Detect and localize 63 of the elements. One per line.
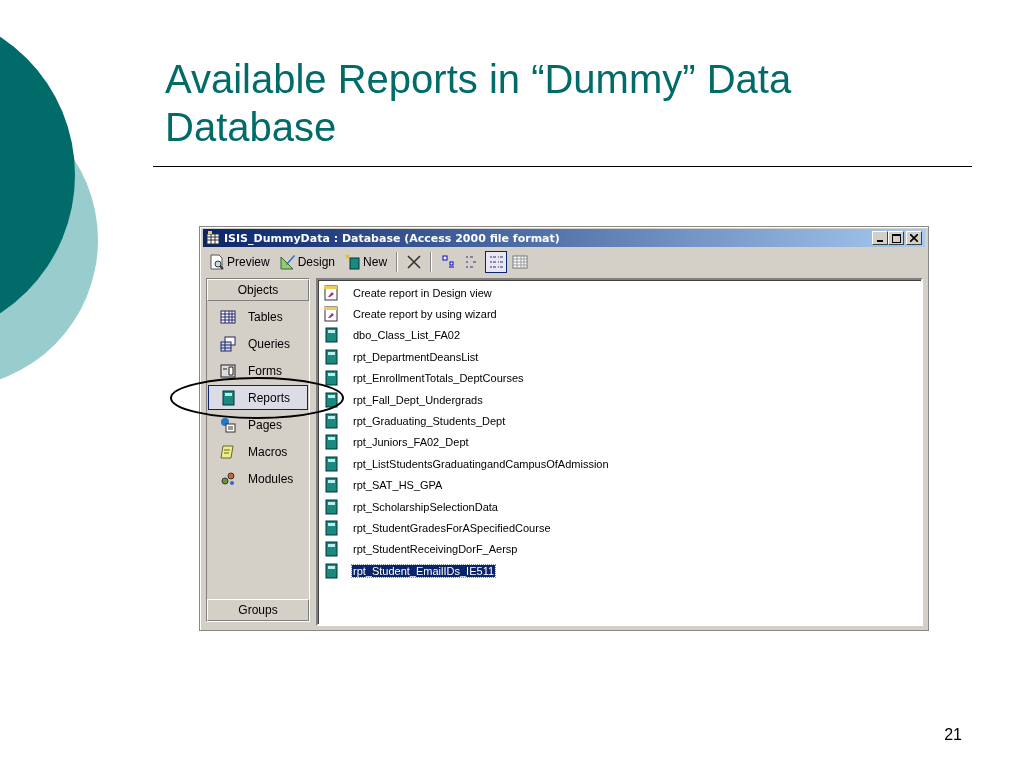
minimize-button[interactable] — [872, 231, 888, 245]
report-item[interactable]: rpt_StudentGradesForASpecifiedCourse — [352, 522, 552, 534]
report-item[interactable]: rpt_Student_EmailIDs_IE511 — [352, 564, 496, 577]
report-item[interactable]: rpt_EnrollmentTotals_DeptCourses — [352, 372, 525, 385]
form-icon — [220, 362, 236, 379]
report-item[interactable]: rpt_Graduating_Students_Dept — [352, 415, 507, 428]
report-item[interactable]: rpt_DepartmentDeansList — [352, 350, 480, 363]
report-item[interactable]: rpt_Juniors_FA02_Dept — [352, 436, 470, 449]
close-icon — [910, 234, 918, 242]
page-number: 21 — [944, 726, 962, 744]
object-type-item[interactable]: Pages — [208, 412, 308, 437]
object-type-item[interactable]: Macros — [208, 439, 308, 464]
report-icon — [323, 520, 339, 536]
report-item[interactable]: Create report in Design view — [352, 286, 493, 299]
report-icon — [323, 541, 339, 558]
view-button[interactable] — [485, 251, 508, 273]
object-type-item[interactable]: Queries — [208, 331, 308, 356]
report-item[interactable]: rpt_ScholarshipSelectionData — [352, 500, 499, 513]
slide-title: Available Reports in “Dummy” Data Database — [165, 56, 793, 151]
report-icon — [323, 477, 339, 494]
toolbar-button[interactable]: Preview — [205, 251, 274, 273]
report-icon — [323, 413, 339, 430]
toolbar-button[interactable]: Design — [275, 251, 340, 273]
new-report-icon — [345, 254, 362, 270]
report-icon — [323, 348, 339, 365]
report-item[interactable]: dbo_Class_List_FA02 — [352, 329, 461, 342]
ruler-triangle-icon — [279, 254, 296, 270]
report-item[interactable]: Create report by using wizard — [352, 308, 498, 321]
window-title: ISIS_DummyData : Database (Access 2000 file format) — [224, 231, 561, 245]
object-type-item[interactable]: Reports — [208, 385, 308, 410]
report-icon — [323, 391, 339, 408]
report-wizard-icon — [323, 306, 339, 323]
table-icon — [220, 308, 236, 325]
report-icon — [323, 327, 339, 344]
gears-icon — [220, 470, 236, 487]
maximize-icon — [891, 233, 901, 243]
report-item[interactable]: rpt_Fall_Dept_Undergrads — [352, 393, 484, 406]
report-icon — [323, 562, 339, 579]
object-type-item[interactable]: Modules — [208, 466, 308, 491]
object-type-item[interactable]: Tables — [208, 304, 308, 329]
objects-header[interactable]: Objects — [207, 279, 309, 301]
details-view-icon — [512, 254, 529, 270]
query-icon — [220, 335, 236, 352]
groups-header[interactable]: Groups — [207, 599, 309, 621]
preview-icon — [209, 254, 225, 270]
report-icon — [323, 455, 339, 472]
large-icons-view-icon — [440, 254, 457, 270]
report-item[interactable]: rpt_StudentReceivingDorF_Aersp — [352, 543, 519, 556]
object-type-item[interactable]: Forms — [208, 358, 308, 383]
maximize-button[interactable] — [888, 231, 904, 245]
report-wizard-icon — [323, 284, 339, 301]
report-item[interactable]: rpt_SAT_HS_GPA — [352, 479, 444, 492]
report-item[interactable]: rpt_ListStudentsGraduatingandCampusOfAdmission — [352, 457, 610, 470]
report-icon — [323, 434, 339, 451]
report-icon — [323, 370, 339, 387]
database-icon — [206, 231, 220, 245]
report-icon — [220, 389, 236, 406]
list-view-icon — [488, 254, 505, 270]
scroll-icon — [220, 443, 236, 460]
toolbar-button[interactable]: New — [341, 251, 392, 273]
report-icon — [323, 498, 339, 515]
close-button[interactable] — [906, 231, 922, 245]
page-icon — [220, 416, 236, 433]
